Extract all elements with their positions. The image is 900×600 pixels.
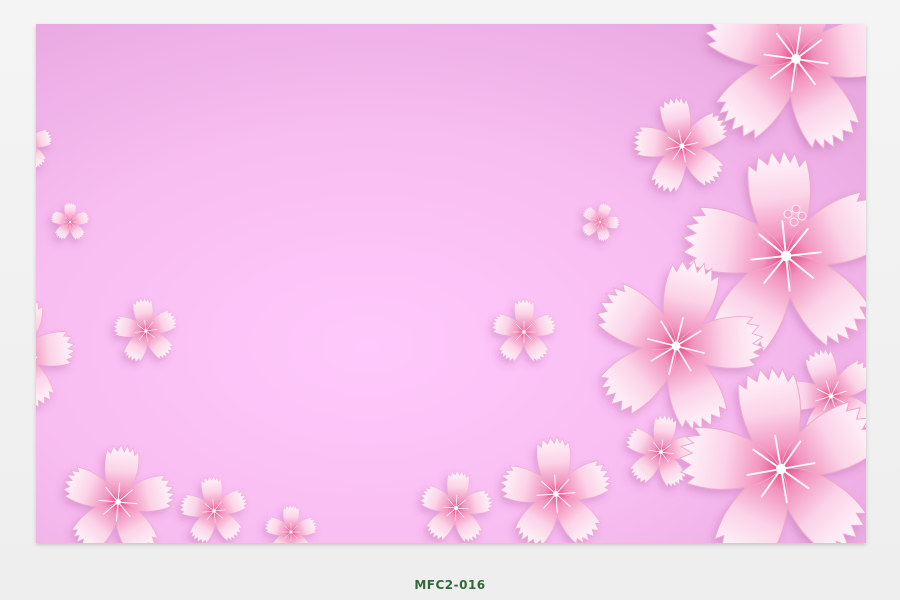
wallpaper-artwork	[36, 24, 866, 543]
floral-illustration	[36, 24, 866, 543]
product-code: MFC2-016	[414, 578, 486, 592]
